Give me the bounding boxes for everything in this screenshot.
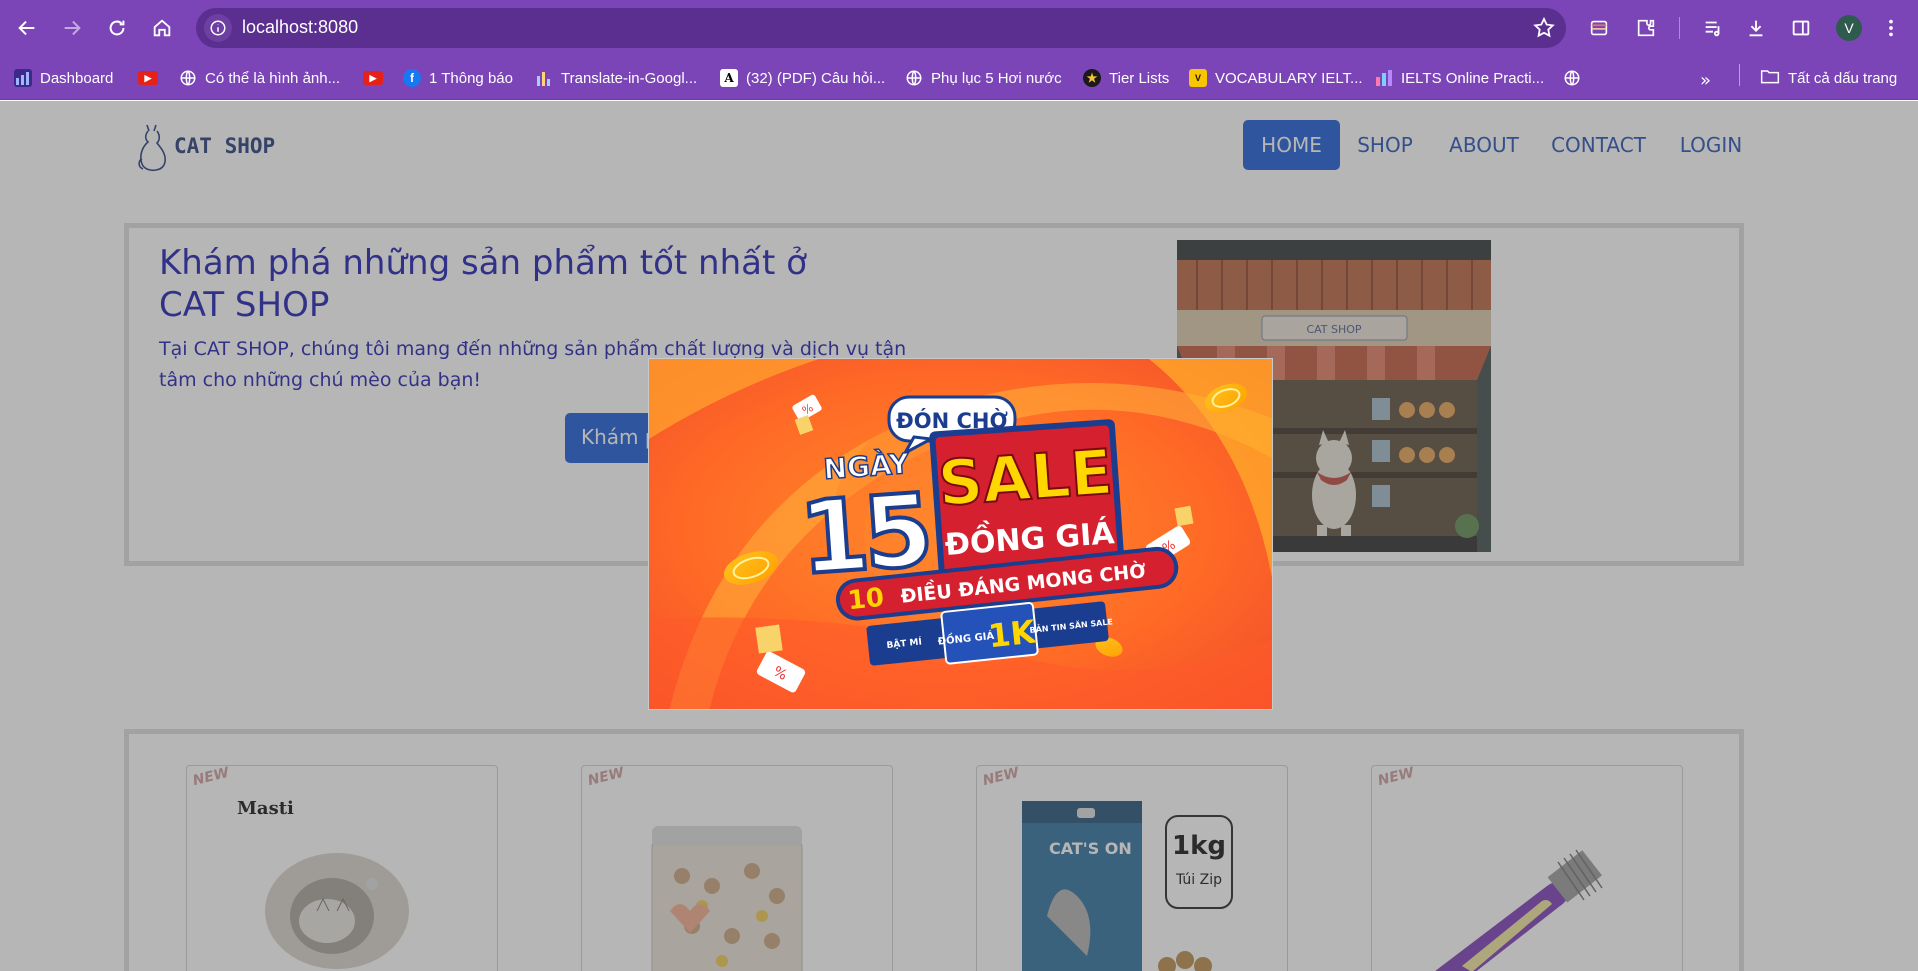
bookmark-tier-lists[interactable]: ★ Tier Lists [1083, 65, 1169, 91]
reload-icon[interactable] [101, 12, 133, 44]
google-lens-icon[interactable] [1585, 14, 1613, 42]
bookmark-ielts-online[interactable]: IELTS Online Practi... [1375, 65, 1544, 91]
bookmark-phu-luc-5[interactable]: Phụ lục 5 Hơi nước [905, 65, 1062, 91]
bookmark-thong-bao[interactable]: f 1 Thông báo [403, 65, 513, 91]
bookmarks-separator [1739, 64, 1740, 86]
more-bookmarks-icon[interactable]: » [1700, 70, 1711, 91]
youtube-icon: ▶ [138, 71, 158, 85]
sale-banner: % % % ĐÓN CHỜ NGÀY 15 SALE ĐỒNG GIÁ 10 Đ… [649, 359, 1272, 709]
side-panel-icon[interactable] [1787, 14, 1815, 42]
back-icon[interactable] [11, 12, 43, 44]
download-icon[interactable] [1742, 14, 1770, 42]
youtube-icon: ▶ [363, 71, 383, 85]
bookmark-translate[interactable]: Translate-in-Googl... [535, 65, 697, 91]
browser-toolbar: localhost:8080 V [0, 0, 1918, 56]
home-icon[interactable] [146, 12, 178, 44]
bookmark-youtube-2[interactable]: ▶ [363, 65, 383, 91]
menu-kebab-icon[interactable] [1877, 14, 1905, 42]
bookmark-vocabulary-ielts[interactable]: V VOCABULARY IELT... [1189, 65, 1363, 91]
facebook-icon: f [403, 69, 421, 87]
dashboard-icon [14, 69, 32, 87]
media-queue-icon[interactable] [1699, 14, 1727, 42]
bookmark-pdf-cau-hoi[interactable]: A (32) (PDF) Câu hỏi... [720, 65, 885, 91]
bookmark-globe[interactable] [1563, 65, 1581, 91]
profile-avatar[interactable]: V [1836, 15, 1862, 41]
bookmark-co-the-la-hinh-anh[interactable]: Có thể là hình ảnh... [179, 65, 340, 91]
all-bookmarks-folder[interactable]: Tất cả dấu trang [1760, 65, 1897, 91]
bookmark-star-icon[interactable] [1532, 16, 1556, 40]
site-info-icon[interactable] [204, 14, 232, 42]
folder-icon [1760, 67, 1780, 89]
vocab-icon: V [1189, 69, 1207, 87]
forward-icon[interactable] [56, 12, 88, 44]
bookmark-dashboard[interactable]: Dashboard [14, 65, 113, 91]
globe-icon [179, 69, 197, 87]
academia-icon: A [720, 69, 738, 87]
globe-icon [905, 69, 923, 87]
globe-icon [1563, 69, 1581, 87]
bookmark-youtube-1[interactable]: ▶ [138, 65, 158, 91]
ielts-icon [1375, 69, 1393, 87]
url-text: localhost:8080 [242, 17, 359, 37]
tierlist-icon: ★ [1083, 69, 1101, 87]
address-bar[interactable]: localhost:8080 [196, 8, 1566, 48]
popup-sale-text: SALE [936, 435, 1115, 520]
sale-popup[interactable]: % % % ĐÓN CHỜ NGÀY 15 SALE ĐỒNG GIÁ 10 Đ… [648, 358, 1273, 710]
popup-ribbon-number: 10 [846, 583, 885, 617]
chart-icon [535, 69, 553, 87]
bookmarks-bar: Dashboard ▶ Có thể là hình ảnh... ▶ f 1 … [0, 56, 1918, 100]
extensions-icon[interactable] [1632, 14, 1660, 42]
